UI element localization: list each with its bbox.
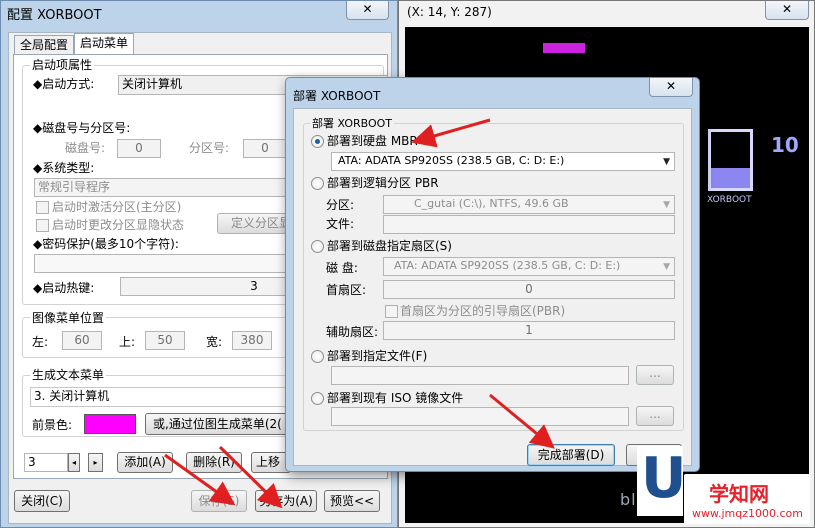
preview-counter: 10	[771, 133, 799, 157]
hide-partition-checkbox[interactable]	[36, 219, 49, 232]
add-button[interactable]: 添加(A)	[117, 452, 173, 473]
boot-props-title: 启动项属性	[30, 58, 95, 72]
iso-option-label: 部署到现有 ISO 镜像文件	[327, 391, 464, 405]
sector-disk-label: 磁 盘:	[326, 261, 358, 275]
dropdown-arrow-icon: ▼	[663, 200, 670, 210]
text-menu-title: 生成文本菜单	[30, 368, 107, 382]
finish-deploy-button[interactable]: 完成部署(D)	[527, 444, 615, 466]
left-field[interactable]: 60	[62, 331, 102, 350]
tab-boot-menu[interactable]: 启动菜单	[74, 33, 135, 55]
delete-button[interactable]: 删除(R)	[186, 452, 242, 473]
mbr-disk-value: ATA: ADATA SP920SS (238.5 GB, C: D: E:)	[338, 154, 565, 167]
browse-iso-button[interactable]: ...	[636, 406, 674, 426]
aux-sector-label: 辅助扇区:	[326, 325, 379, 339]
dialog-close-button[interactable]: ✕	[649, 78, 693, 97]
radio-iso[interactable]	[311, 392, 324, 405]
file-label: 文件:	[326, 217, 355, 231]
disk-part-label: ◆磁盘号与分区号:	[33, 121, 131, 135]
close-button[interactable]: 关闭(C)	[14, 490, 70, 512]
site-watermark: 学知网 www.jmqz1000.com	[684, 474, 810, 524]
browse-file-button[interactable]: ...	[636, 365, 674, 385]
preview-coords: (X: 14, Y: 287)	[407, 5, 492, 19]
disk-number-field[interactable]: 0	[117, 139, 161, 158]
sector-option-label: 部署到磁盘指定扇区(S)	[327, 239, 452, 253]
radio-pbr[interactable]	[311, 177, 324, 190]
radio-mbr[interactable]	[311, 135, 324, 148]
preview-logo-text: XORBOOT	[707, 195, 752, 205]
image-menu-title: 图像菜单位置	[30, 311, 107, 325]
deploy-group-title: 部署 XORBOOT	[310, 115, 395, 131]
pbr-sector-label: 首扇区为分区的引导扇区(PBR)	[400, 304, 566, 318]
foreground-color-label: 前景色:	[32, 418, 73, 432]
dropdown-arrow-icon: ▼	[663, 157, 670, 167]
save-button[interactable]: 保存(S)	[191, 490, 247, 512]
target-file-field[interactable]	[331, 366, 629, 385]
width-field[interactable]: 380	[232, 331, 272, 350]
dropdown-arrow-icon: ▼	[663, 262, 670, 272]
mbr-option-label: 部署到硬盘 MBR	[327, 134, 418, 148]
file-option-label: 部署到指定文件(F)	[327, 349, 428, 363]
left-label: 左:	[32, 335, 49, 349]
u-logo-icon: U	[637, 446, 687, 516]
u-logo-glyph: U	[641, 446, 687, 511]
preview-highlight-bar	[543, 43, 585, 53]
preview-icon-fill	[711, 168, 750, 188]
pbr-option-label: 部署到逻辑分区 PBR	[327, 176, 439, 190]
spin-right-icon[interactable]: ▸	[88, 453, 103, 472]
site-watermark-name: 学知网	[709, 482, 769, 506]
preview-battery-icon	[708, 129, 753, 191]
radio-sector[interactable]	[311, 240, 324, 253]
hide-partition-label: 启动时更改分区显隐状态	[52, 218, 185, 232]
item-count-field[interactable]: 3	[24, 453, 68, 472]
disk-number-label: 磁盘号:	[65, 141, 106, 155]
width-label: 宽:	[206, 335, 223, 349]
boot-method-label: ◆启动方式:	[33, 77, 95, 91]
password-label: ◆密码保护(最多10个字符):	[33, 237, 179, 251]
partition-label: 分区:	[326, 198, 355, 212]
tab-global-config[interactable]: 全局配置	[14, 35, 75, 54]
activate-partition-checkbox[interactable]	[36, 201, 49, 214]
window-close-button[interactable]: ✕	[346, 1, 389, 20]
top-label: 上:	[119, 335, 136, 349]
partition-number-field[interactable]: 0	[243, 139, 287, 158]
iso-file-field[interactable]	[331, 407, 629, 426]
first-sector-field[interactable]: 0	[383, 280, 675, 299]
hotkey-label: ◆启动热键:	[33, 281, 95, 295]
aux-sector-field[interactable]: 1	[383, 321, 675, 340]
dialog-title: 部署 XORBOOT	[293, 89, 381, 103]
save-as-button[interactable]: 另存为(A)	[255, 490, 317, 512]
system-type-label: ◆系统类型:	[33, 161, 95, 175]
file-field[interactable]	[383, 215, 675, 234]
partition-value: C_gutai (C:\), NTFS, 49.6 GB	[414, 197, 569, 210]
mbr-disk-select[interactable]: ATA: ADATA SP920SS (238.5 GB, C: D: E:) …	[331, 152, 675, 171]
preview-close-button[interactable]: ✕	[765, 1, 809, 20]
radio-file[interactable]	[311, 350, 324, 363]
spin-left-icon[interactable]: ◂	[68, 453, 80, 472]
partition-select[interactable]: C_gutai (C:\), NTFS, 49.6 GB ▼	[383, 195, 675, 214]
preview-button[interactable]: 预览<<	[324, 490, 380, 512]
site-watermark-url: www.jmqz1000.com	[692, 507, 803, 520]
activate-partition-label: 启动时激活分区(主分区)	[52, 200, 182, 214]
partition-number-label: 分区号:	[189, 141, 230, 155]
foreground-color-swatch[interactable]	[84, 414, 136, 434]
top-field[interactable]: 50	[145, 331, 185, 350]
window-title: 配置 XORBOOT	[7, 8, 102, 23]
dialog-client: 部署 XORBOOT 部署到硬盘 MBR ATA: ADATA SP920SS …	[293, 108, 692, 466]
deploy-dialog: 部署 XORBOOT ✕ 部署 XORBOOT 部署到硬盘 MBR ATA: A…	[285, 77, 700, 472]
first-sector-label: 首扇区:	[326, 283, 367, 297]
sector-disk-select[interactable]: ATA: ADATA SP920SS (238.5 GB, C: D: E:) …	[383, 257, 675, 276]
pbr-sector-checkbox[interactable]	[385, 305, 398, 318]
sector-disk-value: ATA: ADATA SP920SS (238.5 GB, C: D: E:)	[394, 259, 621, 272]
